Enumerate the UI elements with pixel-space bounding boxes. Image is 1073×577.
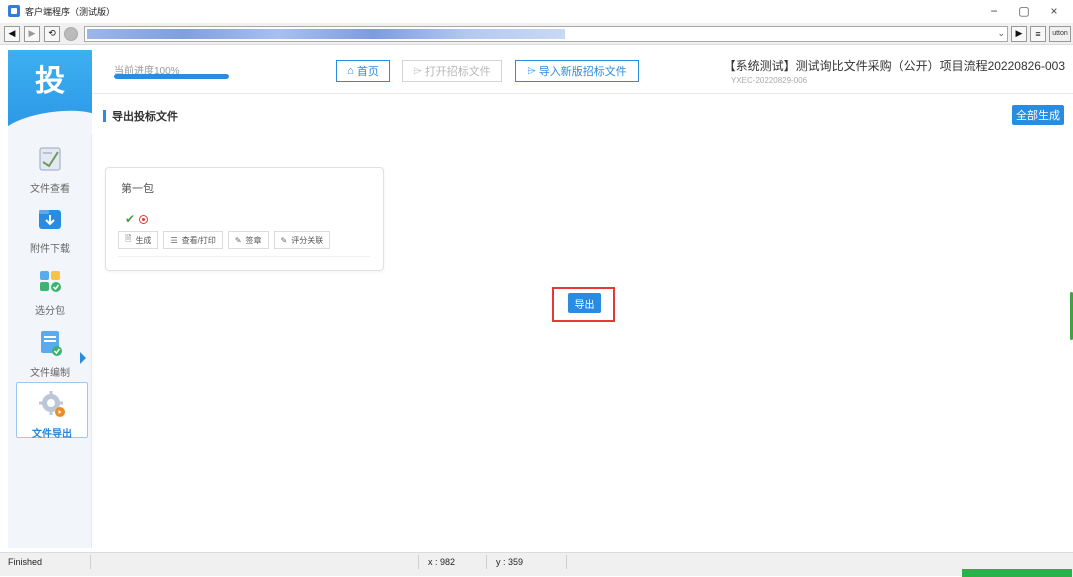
- section-title: 导出投标文件: [112, 111, 178, 123]
- cursor-x-readout: x : 982: [428, 557, 456, 567]
- record-icon: [139, 214, 149, 224]
- browser-navbar: ◀ ▶ ⟲ ⌄ ▶ ≡ utton: [0, 23, 1073, 45]
- score-link-icon: ✎: [280, 235, 288, 245]
- progress-fill: [114, 74, 229, 79]
- window-title: 客户端程序（测试版）: [25, 6, 116, 17]
- generate-all-button[interactable]: 全部生成: [1012, 105, 1064, 125]
- sidebar-item-label: 文件查看: [30, 184, 70, 195]
- folder-open-icon: ⌲: [527, 64, 536, 77]
- logo-text: 投: [35, 65, 65, 98]
- button-control[interactable]: utton: [1049, 25, 1071, 42]
- menu-button[interactable]: ≡: [1030, 25, 1046, 42]
- maximize-button[interactable]: ▢: [1009, 0, 1039, 22]
- window-titlebar: 客户端程序（测试版） − ▢ ×: [0, 0, 1073, 22]
- sidebar-item-label: 附件下载: [30, 244, 70, 255]
- sidebar-item-select-package[interactable]: 选分包: [8, 260, 92, 320]
- gear-export-icon: [37, 389, 67, 419]
- close-button[interactable]: ×: [1039, 0, 1069, 22]
- sidebar-item-label: 文件导出: [32, 429, 72, 440]
- home-icon: ⌂: [347, 65, 354, 77]
- view-print-button[interactable]: ☰ 查看/打印: [163, 231, 223, 249]
- generate-icon: 🗎: [125, 234, 132, 243]
- export-button[interactable]: 导出: [568, 293, 601, 313]
- sidebar-item-label: 文件编制: [30, 368, 70, 379]
- refresh-button[interactable]: ⟲: [44, 25, 60, 42]
- back-button[interactable]: ◀: [4, 25, 20, 42]
- package-card: 第一包 ✔ 🗎 生成 ☰ 查看/打印 ✎ 签章 ✎ 评分关联: [105, 167, 384, 271]
- package-select-icon: [35, 266, 65, 296]
- document-view-icon: [35, 144, 65, 174]
- topbar: 当前进度100% ⌂ 首页 ⌲ 打开招标文件 ⌲ 导入新版招标文件 【系统测试】…: [92, 50, 1073, 94]
- app-icon: [8, 5, 20, 17]
- file-edit-icon: [35, 328, 65, 358]
- package-actions: 🗎 生成 ☰ 查看/打印 ✎ 签章 ✎ 评分关联: [118, 231, 335, 249]
- package-title: 第一包: [121, 183, 154, 195]
- package-status: ✔: [125, 212, 149, 226]
- view-print-icon: ☰: [170, 235, 178, 245]
- address-bar[interactable]: ⌄: [84, 25, 1008, 42]
- import-tender-file-button[interactable]: ⌲ 导入新版招标文件: [515, 60, 639, 82]
- home-button[interactable]: ⌂ 首页: [336, 60, 390, 82]
- folder-download-icon: [35, 204, 65, 234]
- sidebar-item-file-view[interactable]: 文件查看: [8, 138, 92, 198]
- sign-icon: ✎: [234, 235, 242, 245]
- minimize-button[interactable]: −: [979, 0, 1009, 22]
- generate-button[interactable]: 🗎 生成: [118, 231, 159, 249]
- active-indicator-arrow: [80, 352, 86, 364]
- address-text-blurred: [87, 28, 565, 39]
- checkmark-icon: ✔: [125, 212, 136, 226]
- project-code: YXEC-20220829-006: [731, 76, 808, 85]
- app-logo: 投: [8, 50, 92, 134]
- section-header: 导出投标文件: [103, 108, 178, 124]
- progress-bar: [114, 74, 229, 79]
- open-tender-file-button[interactable]: ⌲ 打开招标文件: [402, 60, 502, 82]
- go-button[interactable]: ▶: [1011, 25, 1027, 42]
- cursor-y-readout: y : 359: [496, 557, 524, 567]
- statusbar: Finished x : 982 y : 359: [0, 552, 1073, 577]
- sidebar-item-file-export[interactable]: 文件导出: [16, 382, 88, 440]
- sign-button[interactable]: ✎ 签章: [227, 231, 269, 249]
- sidebar: 投 文件查看 附件下载 选分包 文件编制 文件导出: [8, 50, 92, 548]
- status-text: Finished: [8, 557, 43, 567]
- stop-button[interactable]: [64, 26, 78, 41]
- project-title: 【系统测试】测试询比文件采购（公开）项目流程20220826-003: [723, 59, 1065, 73]
- sidebar-item-attachment-download[interactable]: 附件下载: [8, 198, 92, 258]
- chevron-down-icon[interactable]: ⌄: [997, 28, 1005, 39]
- sidebar-item-label: 选分包: [35, 306, 65, 317]
- folder-open-icon: ⌲: [413, 64, 422, 77]
- forward-button[interactable]: ▶: [24, 25, 40, 42]
- score-link-button[interactable]: ✎ 评分关联: [273, 231, 331, 249]
